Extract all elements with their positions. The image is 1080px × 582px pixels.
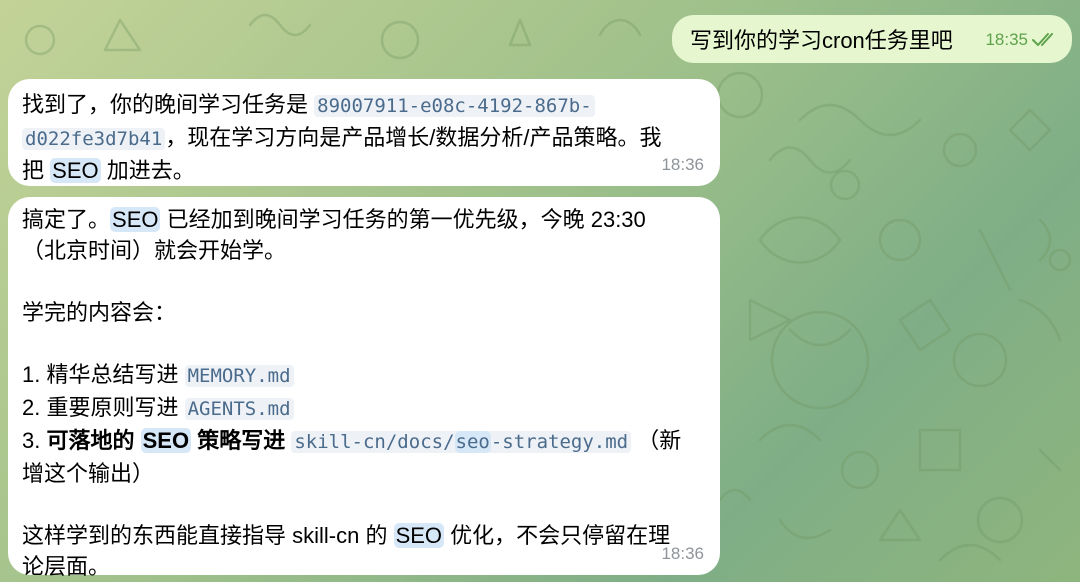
message-line: 把 SEO 加进去。 — [22, 155, 706, 186]
agents-md-code[interactable]: AGENTS.md — [184, 398, 294, 420]
message-line: 这样学到的东西能直接指导 skill-cn 的 SEO 优化，不会只停留在理 — [22, 520, 706, 551]
list-item: 2. 重要原则写进 AGENTS.md — [22, 392, 706, 425]
task-id-code[interactable]: 89007911-e08c-4192-867b- — [314, 95, 595, 117]
list-item: 3. 可落地的 SEO 策略写进 skill-cn/docs/seo-strat… — [22, 425, 706, 458]
message-text: 加进去。 — [106, 158, 195, 183]
message-line: 找到了，你的晚间学习任务是 89007911-e08c-4192-867b- — [22, 89, 706, 122]
double-check-icon — [1032, 32, 1053, 46]
message-line: 学完的内容会： — [22, 300, 177, 325]
list-item-bold: 策略写进 — [197, 428, 286, 453]
outgoing-message-text: 写到你的学习cron任务里吧 — [690, 28, 953, 53]
message-text: 把 — [22, 158, 45, 183]
message-line: 搞定了。SEO 已经加到晚间学习任务的第一优先级，今晚 23:30 — [22, 204, 706, 235]
seo-highlight: SEO — [140, 428, 192, 453]
message-time: 18:36 — [661, 155, 704, 174]
seo-highlight: SEO — [393, 523, 445, 548]
message-line: 增这个输出） — [22, 461, 155, 486]
message-line: 论层面。 — [22, 554, 111, 579]
message-text: 已经加到晚间学习任务的第一优先级，今晚 23:30 — [166, 207, 646, 232]
outgoing-message-meta: 18:35 — [985, 24, 1058, 55]
list-item-bold: 可落地的 — [46, 428, 135, 453]
list-item: 1. 精华总结写进 MEMORY.md — [22, 359, 706, 392]
strategy-path-code[interactable]: skill-cn/docs/seo-strategy.md — [291, 431, 632, 453]
path-seo-highlight: seo — [454, 431, 491, 453]
message-text: ，现在学习方向是产品增长/数据分析/产品策略。我 — [165, 125, 662, 150]
outgoing-message[interactable]: 写到你的学习cron任务里吧 18:35 — [672, 15, 1072, 63]
message-text: 优化，不会只停留在理 — [450, 523, 671, 548]
path-part: -strategy.md — [490, 431, 629, 453]
seo-highlight: SEO — [110, 207, 161, 232]
list-item-text: 2. 重要原则写进 — [22, 395, 179, 420]
incoming-message-1[interactable]: 找到了，你的晚间学习任务是 89007911-e08c-4192-867b- d… — [8, 79, 720, 186]
memory-md-code[interactable]: MEMORY.md — [184, 365, 294, 387]
task-id-code-cont[interactable]: d022fe3d7b41 — [22, 128, 166, 150]
outgoing-message-time: 18:35 — [985, 30, 1028, 49]
seo-highlight: SEO — [50, 158, 101, 183]
path-part: skill-cn/docs/ — [294, 431, 455, 453]
message-line: （北京时间）就会开始学。 — [22, 238, 287, 263]
incoming-message-2[interactable]: 搞定了。SEO 已经加到晚间学习任务的第一优先级，今晚 23:30 （北京时间）… — [8, 197, 720, 579]
list-item-text: 1. 精华总结写进 — [22, 362, 179, 387]
message-text: 找到了，你的晚间学习任务是 — [22, 92, 309, 117]
message-text: 搞定了。 — [22, 207, 111, 232]
message-text: 这样学到的东西能直接指导 skill-cn 的 — [22, 523, 388, 548]
list-item-number: 3. — [22, 428, 41, 453]
list-item-text: （新 — [637, 428, 682, 453]
message-time: 18:36 — [661, 544, 704, 563]
message-line: d022fe3d7b41 ，现在学习方向是产品增长/数据分析/产品策略。我 — [22, 122, 706, 155]
